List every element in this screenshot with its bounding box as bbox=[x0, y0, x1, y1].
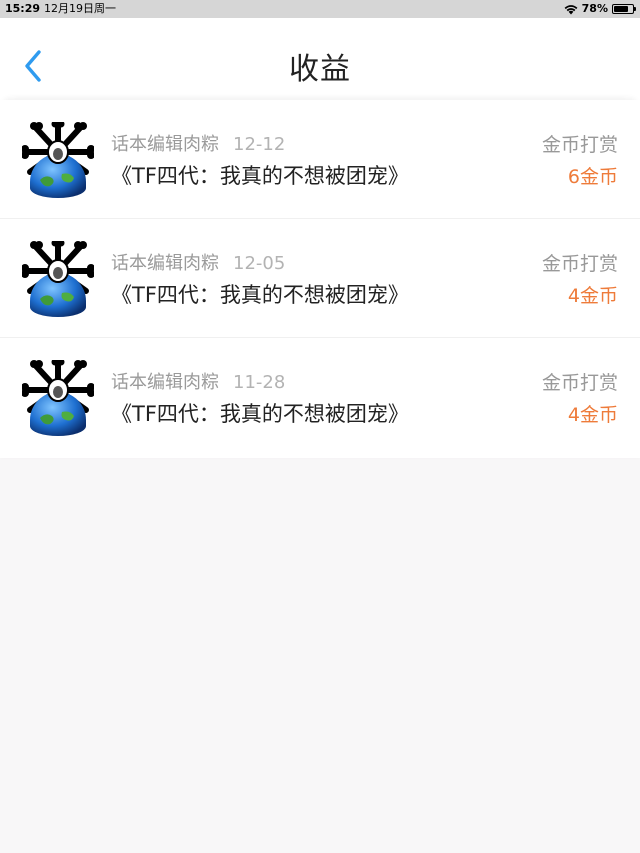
row-title: 《TF四代：我真的不想被团宠》 bbox=[111, 402, 409, 426]
row-type: 金币打赏 bbox=[541, 134, 618, 156]
row-meta: 话本编辑肉粽 12-05 bbox=[111, 249, 285, 275]
earnings-row[interactable]: 话本编辑肉粽 12-05 《TF四代：我真的不想被团宠》 金币打赏 4金币 bbox=[0, 219, 640, 338]
row-date: 11-28 bbox=[233, 372, 286, 393]
row-date: 12-05 bbox=[233, 253, 286, 274]
avatar bbox=[22, 122, 94, 198]
row-author: 话本编辑肉粽 bbox=[111, 134, 219, 155]
row-title: 《TF四代：我真的不想被团宠》 bbox=[111, 164, 409, 188]
battery-cap bbox=[634, 7, 636, 11]
earnings-list: 话本编辑肉粽 12-12 《TF四代：我真的不想被团宠》 金币打赏 6金币 话本… bbox=[0, 100, 640, 458]
row-type: 金币打赏 bbox=[541, 253, 618, 275]
earnings-row[interactable]: 话本编辑肉粽 11-28 《TF四代：我真的不想被团宠》 金币打赏 4金币 bbox=[0, 338, 640, 458]
status-time: 15:29 bbox=[5, 2, 41, 15]
row-amount: 6金币 bbox=[567, 166, 618, 188]
nav-bar: 收益 bbox=[0, 18, 640, 100]
row-type: 金币打赏 bbox=[541, 372, 618, 394]
status-bar: 15:29 12月19日周一 78% bbox=[0, 0, 640, 18]
row-meta: 话本编辑肉粽 11-28 bbox=[111, 368, 285, 394]
avatar bbox=[22, 360, 94, 436]
avatar bbox=[22, 241, 94, 317]
status-date: 12月19日周一 bbox=[44, 2, 116, 15]
row-author: 话本编辑肉粽 bbox=[111, 372, 219, 393]
status-right: 78% bbox=[564, 0, 636, 18]
row-title: 《TF四代：我真的不想被团宠》 bbox=[111, 283, 409, 307]
row-amount: 4金币 bbox=[567, 404, 618, 426]
row-author: 话本编辑肉粽 bbox=[111, 253, 219, 274]
wifi-icon bbox=[564, 4, 578, 14]
page-title: 收益 bbox=[289, 52, 351, 87]
row-meta: 话本编辑肉粽 12-12 bbox=[111, 130, 285, 156]
battery-fill bbox=[614, 6, 629, 12]
earnings-row[interactable]: 话本编辑肉粽 12-12 《TF四代：我真的不想被团宠》 金币打赏 6金币 bbox=[0, 100, 640, 219]
row-amount: 4金币 bbox=[567, 285, 618, 307]
battery-percent: 78% bbox=[581, 2, 608, 15]
row-date: 12-12 bbox=[233, 134, 286, 155]
battery-icon bbox=[612, 4, 636, 14]
